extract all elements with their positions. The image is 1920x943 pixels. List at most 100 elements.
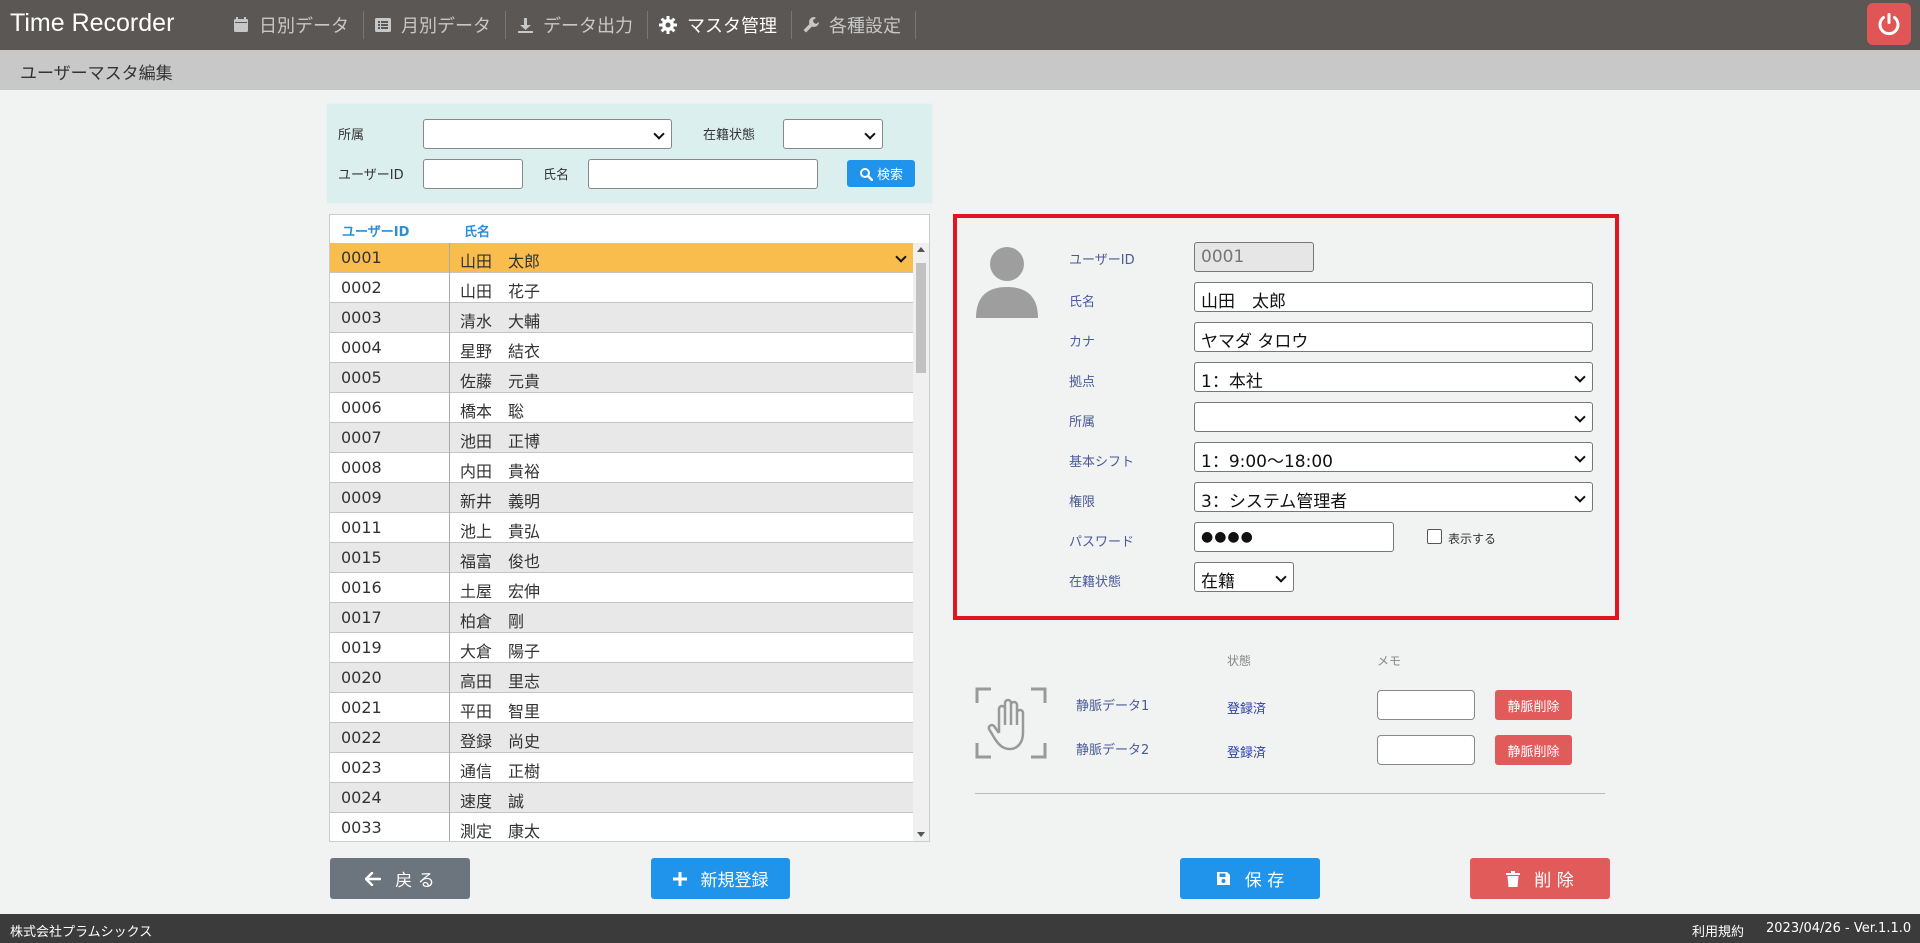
row-name: 土屋 宏伸	[460, 582, 541, 601]
vein-scan-icon	[975, 687, 1047, 759]
detail-base-select[interactable]: 1：本社	[1194, 362, 1593, 392]
search-button-label: 検索	[876, 168, 903, 183]
table-row[interactable]: 0019 大倉 陽子	[330, 633, 913, 663]
show-password-checkbox[interactable]	[1427, 529, 1442, 544]
row-userid: 0023	[341, 758, 382, 777]
detail-status-select[interactable]: 在籍	[1194, 562, 1294, 592]
vein-data-1-memo-input[interactable]	[1377, 690, 1475, 720]
table-row[interactable]: 0024 速度 誠	[330, 783, 913, 813]
nav-export-label: データ出力	[543, 16, 633, 37]
detail-role-label: 権限	[1069, 495, 1096, 510]
column-divider	[449, 243, 450, 273]
table-row[interactable]: 0016 土屋 宏伸	[330, 573, 913, 603]
nav-settings-label: 各種設定	[829, 16, 901, 37]
back-button[interactable]: 戻 る	[330, 858, 470, 899]
scrollbar-thumb[interactable]	[916, 263, 926, 373]
row-userid: 0011	[341, 518, 382, 537]
row-name: 柏倉 剛	[460, 612, 525, 631]
nav-monthly-data[interactable]: 月別データ	[364, 11, 506, 39]
nav-master-label: マスタ管理	[687, 16, 777, 37]
search-status-label: 在籍状態	[703, 128, 756, 143]
download-icon	[518, 18, 533, 33]
column-divider	[449, 303, 450, 333]
nav-settings[interactable]: 各種設定	[792, 11, 916, 39]
table-row[interactable]: 0008 内田 貴裕	[330, 453, 913, 483]
vein-data-1-delete-button[interactable]: 静脈削除	[1495, 690, 1572, 720]
search-affiliation-select[interactable]	[423, 119, 672, 149]
scroll-up-icon[interactable]	[917, 247, 925, 252]
row-userid: 0020	[341, 668, 382, 687]
row-name: 福富 俊也	[460, 552, 541, 571]
vein-data-2-delete-button[interactable]: 静脈削除	[1495, 735, 1572, 765]
table-row[interactable]: 0023 通信 正樹	[330, 753, 913, 783]
detail-status-label: 在籍状態	[1069, 575, 1122, 590]
detail-shift-select[interactable]: 1：9:00〜18:00	[1194, 442, 1593, 472]
table-row[interactable]: 0006 橋本 聡	[330, 393, 913, 423]
column-header-userid: ユーザーID	[342, 225, 410, 240]
new-button-label: 新規登録	[700, 871, 769, 891]
row-name: 新井 義明	[460, 492, 541, 511]
search-status-select[interactable]	[783, 119, 883, 149]
column-divider	[449, 783, 450, 813]
search-name-input[interactable]	[588, 159, 818, 189]
floppy-disk-icon	[1216, 872, 1230, 885]
new-registration-button[interactable]: 新規登録	[651, 858, 790, 899]
column-divider	[449, 453, 450, 483]
table-row[interactable]: 0021 平田 智里	[330, 693, 913, 723]
table-row[interactable]: 0002 山田 花子	[330, 273, 913, 303]
calendar-icon	[234, 17, 248, 32]
back-button-label: 戻 る	[395, 871, 435, 891]
vein-data-2-memo-input[interactable]	[1377, 735, 1475, 765]
column-divider	[449, 723, 450, 753]
row-userid: 0005	[341, 368, 382, 387]
table-row[interactable]: 0033 測定 康太	[330, 813, 913, 841]
search-userid-input[interactable]	[423, 159, 523, 189]
nav-master-management[interactable]: マスタ管理	[648, 11, 792, 39]
user-list: ユーザーID 氏名 0001 山田 太郎 0002 山田 花子 0003 清水 大輔 000…	[329, 214, 930, 842]
search-icon	[859, 167, 873, 181]
detail-kana-label: カナ	[1069, 335, 1096, 350]
row-name: 山田 太郎	[460, 252, 541, 271]
save-button[interactable]: 保 存	[1180, 858, 1320, 899]
vein-status-header: 状態	[1227, 654, 1252, 668]
column-divider	[449, 333, 450, 363]
list-rows: 0001 山田 太郎 0002 山田 花子 0003 清水 大輔 0004 星野 結衣 0005…	[330, 243, 913, 841]
nav-data-export[interactable]: データ出力	[506, 11, 648, 39]
table-row[interactable]: 0017 柏倉 剛	[330, 603, 913, 633]
table-row[interactable]: 0001 山田 太郎	[330, 243, 913, 273]
table-row[interactable]: 0015 福富 俊也	[330, 543, 913, 573]
column-divider	[449, 753, 450, 783]
table-row[interactable]: 0004 星野 結衣	[330, 333, 913, 363]
delete-button[interactable]: 削 除	[1470, 858, 1610, 899]
list-scrollbar[interactable]	[913, 243, 929, 841]
logout-button[interactable]	[1867, 3, 1911, 45]
column-divider	[449, 423, 450, 453]
detail-affiliation-select[interactable]	[1194, 402, 1593, 432]
footer-version: 2023/04/26 - Ver.1.1.0	[1766, 921, 1912, 936]
vein-data-1-status: 登録済	[1227, 702, 1267, 717]
terms-link[interactable]: 利用規約	[1692, 921, 1744, 940]
table-row[interactable]: 0007 池田 正博	[330, 423, 913, 453]
column-divider	[449, 603, 450, 633]
search-name-label: 氏名	[543, 168, 570, 183]
detail-name-label: 氏名	[1069, 295, 1096, 310]
row-userid: 0015	[341, 548, 382, 567]
nav-daily-data[interactable]: 日別データ	[222, 11, 364, 39]
detail-name-field[interactable]: 山田 太郎	[1194, 282, 1593, 312]
detail-role-select[interactable]: 3：システム管理者	[1194, 482, 1593, 512]
table-row[interactable]: 0020 高田 里志	[330, 663, 913, 693]
table-row[interactable]: 0022 登録 尚史	[330, 723, 913, 753]
row-name: 星野 結衣	[460, 342, 541, 361]
row-userid: 0017	[341, 608, 382, 627]
table-row[interactable]: 0003 清水 大輔	[330, 303, 913, 333]
table-row[interactable]: 0011 池上 貴弘	[330, 513, 913, 543]
gear-icon	[659, 16, 677, 34]
scroll-down-icon[interactable]	[917, 832, 925, 837]
column-divider	[449, 273, 450, 303]
table-row[interactable]: 0005 佐藤 元貴	[330, 363, 913, 393]
detail-kana-field[interactable]: ヤマダ タロウ	[1194, 322, 1593, 352]
search-button[interactable]: 検索	[847, 160, 915, 187]
table-row[interactable]: 0009 新井 義明	[330, 483, 913, 513]
vein-data-2-label: 静脈データ2	[1076, 743, 1150, 758]
detail-password-field[interactable]: ●●●●	[1194, 522, 1394, 552]
